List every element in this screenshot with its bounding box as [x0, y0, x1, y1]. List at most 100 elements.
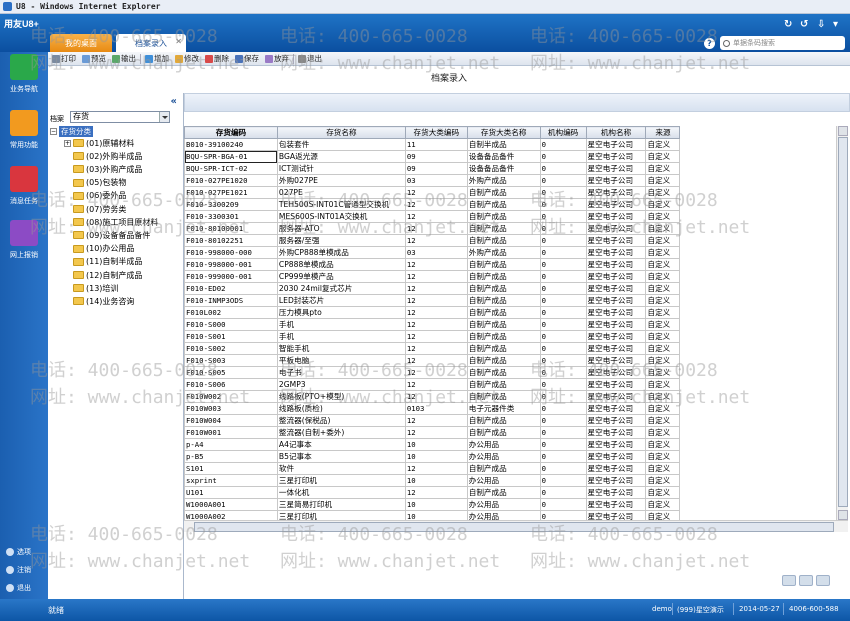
table-row[interactable]: F010-S005 电子书 12 自制产成品 0 星空电子公司 自定义 — [184, 366, 836, 379]
table-cell[interactable]: 0 — [539, 498, 587, 511]
table-row[interactable]: B010-39100240 包装套件 11 自制半成品 0 星空电子公司 自定义 — [184, 138, 836, 151]
table-cell[interactable]: 0 — [539, 330, 587, 343]
table-cell[interactable]: F010-999000-001 — [184, 270, 278, 283]
table-cell[interactable]: 自定义 — [645, 150, 681, 163]
table-row[interactable]: F010-80100001 服务器-ATO 12 自制产成品 0 星空电子公司 自定义 — [184, 222, 836, 235]
table-cell[interactable]: 0 — [539, 474, 587, 487]
tree-node[interactable]: + (01)原辅材料 — [64, 137, 134, 149]
table-cell[interactable]: F010-80102251 — [184, 234, 278, 247]
table-cell[interactable]: sxprint — [184, 474, 278, 487]
table-cell[interactable]: 星空电子公司 — [585, 174, 647, 187]
table-cell[interactable]: 自定义 — [645, 498, 681, 511]
table-cell[interactable]: F010-S005 — [184, 366, 278, 379]
nav-online-expense[interactable]: 网上报销 — [0, 220, 48, 260]
table-cell[interactable]: 线路板(质检) — [276, 402, 406, 415]
table-cell[interactable]: 0 — [539, 138, 587, 151]
table-cell[interactable]: 自制产成品 — [466, 198, 541, 211]
table-cell[interactable]: 0 — [539, 294, 587, 307]
table-cell[interactable]: 星空电子公司 — [585, 426, 647, 439]
table-cell[interactable]: 星空电子公司 — [585, 414, 647, 427]
help-icon[interactable] — [799, 575, 813, 586]
table-cell[interactable]: 10 — [404, 498, 468, 511]
column-header[interactable]: 机构名称 — [585, 126, 647, 139]
table-cell[interactable]: 自定义 — [645, 270, 681, 283]
table-cell[interactable]: 办公用品 — [466, 510, 541, 520]
table-cell[interactable]: 0 — [539, 390, 587, 403]
table-cell[interactable]: 自制产成品 — [466, 270, 541, 283]
table-cell[interactable]: 自定义 — [645, 366, 681, 379]
table-cell[interactable]: 自制产成品 — [466, 318, 541, 331]
table-cell[interactable]: 0103 — [404, 402, 468, 415]
table-cell[interactable]: F010-027PE1021 — [184, 186, 278, 199]
table-cell[interactable]: 星空电子公司 — [585, 390, 647, 403]
table-cell[interactable]: 0 — [539, 174, 587, 187]
table-cell[interactable]: 自定义 — [645, 198, 681, 211]
table-cell[interactable]: 星空电子公司 — [585, 318, 647, 331]
tree-node[interactable]: (03)外购产成品 — [73, 163, 142, 175]
table-cell[interactable]: p-A4 — [184, 438, 278, 451]
table-cell[interactable]: 自定义 — [645, 462, 681, 475]
table-cell[interactable]: F010-S001 — [184, 330, 278, 343]
table-cell[interactable]: 自定义 — [645, 186, 681, 199]
table-row[interactable]: sxprint 三星打印机 10 办公用品 0 星空电子公司 自定义 — [184, 474, 836, 487]
table-cell[interactable]: 星空电子公司 — [585, 294, 647, 307]
dropdown-icon[interactable]: ▾ — [833, 19, 838, 30]
table-cell[interactable]: 12 — [404, 258, 468, 271]
table-cell[interactable]: 0 — [539, 150, 587, 163]
table-row[interactable]: W1000A001 三星简易打印机 10 办公用品 0 星空电子公司 自定义 — [184, 498, 836, 511]
table-cell[interactable]: 12 — [404, 462, 468, 475]
scroll-thumb[interactable] — [838, 137, 848, 507]
nav-options[interactable]: 选项 — [6, 547, 31, 557]
table-cell[interactable]: 星空电子公司 — [585, 510, 647, 520]
table-row[interactable]: F010W003 线路板(质检) 0103 电子元器件类 0 星空电子公司 自定义 — [184, 402, 836, 415]
table-cell[interactable]: 三星打印机 — [276, 510, 406, 520]
table-cell[interactable]: U101 — [184, 486, 278, 499]
table-cell[interactable]: 自制产成品 — [466, 486, 541, 499]
table-cell[interactable]: 0 — [539, 426, 587, 439]
table-cell[interactable]: 0 — [539, 450, 587, 463]
table-cell[interactable]: 2030 24mil复式芯片 — [276, 282, 406, 295]
column-header[interactable]: 存货大类编码 — [404, 126, 468, 139]
column-header[interactable]: 存货大类名称 — [466, 126, 541, 139]
table-cell[interactable]: 自定义 — [645, 438, 681, 451]
table-cell[interactable]: 平板电脑 — [276, 354, 406, 367]
table-cell[interactable]: 整流器(自制+委外) — [276, 426, 406, 439]
table-cell[interactable]: 自定义 — [645, 162, 681, 175]
exit-button[interactable]: 退出 — [298, 53, 322, 64]
table-cell[interactable]: 外购CP888单模成品 — [276, 246, 406, 259]
table-cell[interactable]: 星空电子公司 — [585, 450, 647, 463]
table-row[interactable]: F010-027PE1020 外购027PE 03 外购产成品 0 星空电子公司 自定义 — [184, 174, 836, 187]
table-cell[interactable]: CP888单模成品 — [276, 258, 406, 271]
table-cell[interactable]: 星空电子公司 — [585, 222, 647, 235]
table-cell[interactable]: 0 — [539, 306, 587, 319]
table-cell[interactable]: 自制半成品 — [466, 138, 541, 151]
table-cell[interactable]: 0 — [539, 234, 587, 247]
table-cell[interactable]: 外购产成品 — [466, 174, 541, 187]
expand-icon[interactable]: + — [64, 139, 71, 147]
table-cell[interactable]: 0 — [539, 198, 587, 211]
table-cell[interactable]: 星空电子公司 — [585, 366, 647, 379]
table-cell[interactable]: 星空电子公司 — [585, 162, 647, 175]
table-cell[interactable]: 三星打印机 — [276, 474, 406, 487]
collapse-icon[interactable]: − — [50, 127, 57, 135]
tree-root[interactable]: − 存货分类 — [50, 125, 93, 137]
chevron-down-icon[interactable] — [159, 112, 169, 122]
table-cell[interactable]: 星空电子公司 — [585, 198, 647, 211]
table-cell[interactable]: 自定义 — [645, 210, 681, 223]
close-tab-icon[interactable]: ✕ — [175, 37, 182, 46]
table-cell[interactable]: 星空电子公司 — [585, 282, 647, 295]
tree-node[interactable]: (02)外购半成品 — [73, 150, 142, 162]
table-cell[interactable]: F010L002 — [184, 306, 278, 319]
table-cell[interactable]: 09 — [404, 150, 468, 163]
table-cell[interactable]: W1000A001 — [184, 498, 278, 511]
table-cell[interactable]: 自制产成品 — [466, 378, 541, 391]
table-cell[interactable]: 设备备品备件 — [466, 162, 541, 175]
table-cell[interactable]: 外购027PE — [276, 174, 406, 187]
table-cell[interactable]: F010-S006 — [184, 378, 278, 391]
table-cell[interactable]: p-B5 — [184, 450, 278, 463]
tab-my-desktop[interactable]: 我的桌面 — [50, 34, 112, 52]
table-cell[interactable]: F010W001 — [184, 426, 278, 439]
table-cell[interactable]: 电子书 — [276, 366, 406, 379]
table-cell[interactable]: 自定义 — [645, 342, 681, 355]
table-cell[interactable]: F010-3300209 — [184, 198, 278, 211]
